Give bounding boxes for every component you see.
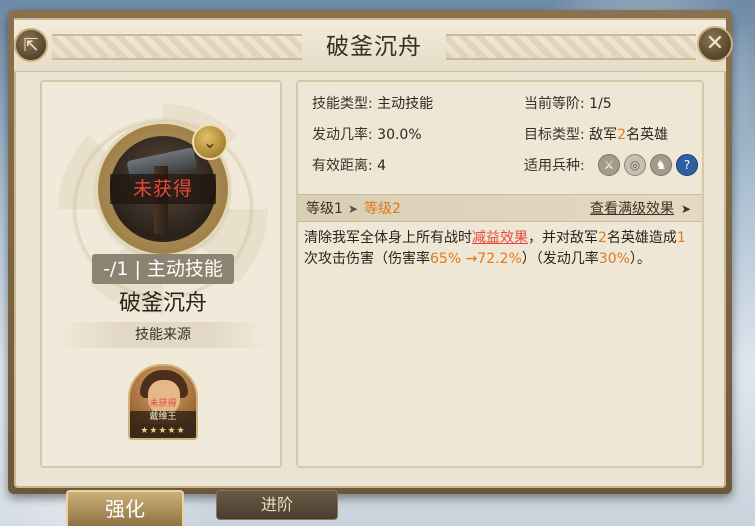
desc-damage-rate: 65% →72.2%: [430, 251, 522, 267]
level-bar: 等级1 ➤ 等级2 查看满级效果 ➤: [298, 194, 702, 222]
target-type-count: 2: [617, 127, 627, 143]
desc-target-count: 2: [598, 230, 607, 246]
target-type-label: 目标类型:: [524, 127, 585, 143]
range-value: 4: [377, 158, 387, 174]
desc-part: ）。: [629, 251, 651, 267]
level-type-banner: -/1 | 主动技能: [92, 254, 234, 284]
level-next: 等级2: [364, 201, 401, 217]
sword-icon[interactable]: ⚔: [598, 154, 620, 176]
title-ornament-left: [52, 34, 302, 60]
trigger-rate-value: 30.0%: [377, 127, 422, 143]
view-max-arrow-icon[interactable]: ➤: [681, 195, 691, 223]
target-type-prefix: 敌军: [589, 127, 618, 143]
unit-types-row: 适用兵种:: [524, 154, 585, 178]
close-button[interactable]: ✕: [697, 26, 733, 62]
share-icon: ⇱: [23, 34, 39, 56]
tab-strengthen[interactable]: 强化: [66, 490, 184, 526]
question-icon[interactable]: ?: [676, 154, 698, 176]
skill-name: 破釜沉舟: [118, 291, 207, 316]
skill-description: 清除我军全体身上所有战时减益效果，并对敌军2名英雄造成1 次攻击伤害（伤害率65%…: [304, 228, 698, 270]
title-ornament-right: [446, 34, 696, 60]
range-row: 有效距离: 4: [312, 154, 386, 178]
hero-name: 戴维王: [130, 411, 196, 424]
desc-part: ，并对敌军: [528, 230, 598, 246]
target-type-row: 目标类型: 敌军2名英雄: [524, 123, 668, 147]
desc-hit-count: 1: [676, 230, 686, 246]
current-tier-row: 当前等阶: 1/5: [524, 92, 612, 116]
current-tier-value: 1/5: [589, 96, 612, 112]
debuff-keyword[interactable]: 减益效果: [472, 230, 528, 246]
skill-source-label: 技能来源: [56, 322, 270, 348]
horse-icon[interactable]: ♞: [650, 154, 672, 176]
level-current: 等级1: [306, 201, 343, 217]
close-icon: ✕: [705, 31, 725, 56]
target-type-suffix: 名英雄: [626, 127, 669, 143]
desc-part: 名英雄造成: [606, 230, 677, 246]
title-bar: 破釜沉舟: [14, 18, 726, 72]
skill-type-row: 技能类型: 主动技能: [312, 92, 433, 116]
unit-type-icons: ⚔ ◎ ♞ ?: [598, 154, 698, 178]
desc-part: 次攻击伤害（伤害率: [304, 251, 430, 267]
tier-badge[interactable]: ⌄: [192, 124, 228, 160]
skill-type-value: 主动技能: [377, 96, 434, 112]
range-label: 有效距离:: [312, 158, 373, 174]
view-max-level-link[interactable]: 查看满级效果: [590, 195, 674, 223]
current-tier-label: 当前等阶:: [524, 96, 585, 112]
dialog-title: 破釜沉舟: [326, 34, 422, 60]
unit-types-label: 适用兵种:: [524, 158, 585, 174]
chevron-down-icon: ⌄: [203, 132, 217, 152]
skill-card: 未获得 ⌄ -/1 | 主动技能 破釜沉舟 技能来源 未获得 戴维王 ★★★★★: [40, 80, 282, 468]
desc-part: ）（发动几率: [521, 251, 599, 267]
trigger-rate-row: 发动几率: 30.0%: [312, 123, 422, 147]
desc-trigger-rate: 30%: [598, 251, 630, 267]
trigger-rate-label: 发动几率:: [312, 127, 373, 143]
hero-status: 未获得: [149, 399, 177, 409]
level-arrow-icon: ➤: [348, 202, 359, 216]
hero-star-rating: ★★★★★: [130, 424, 196, 438]
share-button[interactable]: ⇱: [14, 28, 48, 62]
tab-advance[interactable]: 进阶: [216, 490, 338, 520]
desc-part: 清除我军全体身上所有战时: [304, 230, 472, 246]
hero-portrait[interactable]: 未获得 戴维王 ★★★★★: [128, 364, 198, 440]
locked-label: 未获得: [110, 174, 216, 204]
bow-target-icon[interactable]: ◎: [624, 154, 646, 176]
skill-type-label: 技能类型:: [312, 96, 373, 112]
